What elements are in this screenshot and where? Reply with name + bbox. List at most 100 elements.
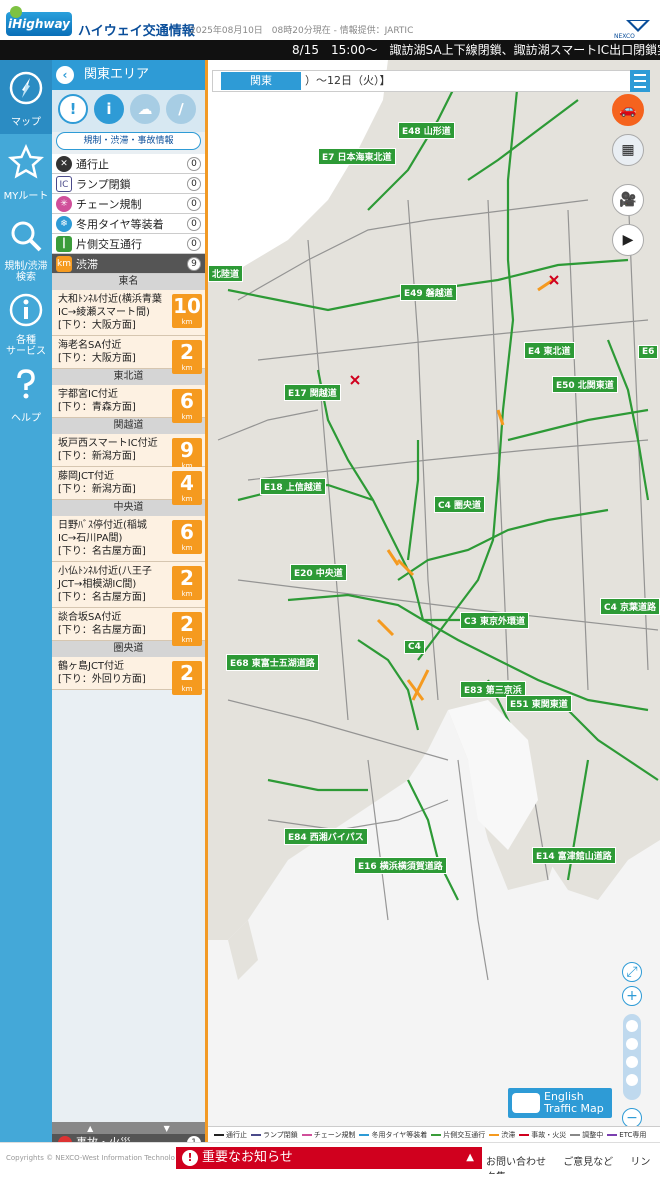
info-type-tab[interactable]: 規制・渋滞・事故情報 bbox=[56, 132, 201, 150]
jam-length-badge: 2 km bbox=[172, 661, 202, 695]
category-row-ramp[interactable]: IC ランプ閉鎖 0 bbox=[52, 174, 205, 194]
ihighway-logo[interactable]: iHighway bbox=[6, 6, 72, 36]
nav-help[interactable]: ヘルプ bbox=[0, 356, 52, 430]
link-feedback[interactable]: ご意見など bbox=[563, 1157, 613, 1168]
jam-length-badge: 2 km bbox=[172, 612, 202, 646]
jam-list-item[interactable]: 藤岡JCT付近 [下り：新潟方面] 4 km bbox=[52, 467, 205, 505]
traffic-car-button[interactable]: 🚗 bbox=[612, 94, 644, 126]
legend-label: ランプ閉鎖 bbox=[263, 1131, 298, 1139]
jam-place: 談合坂SA付近 bbox=[58, 612, 122, 623]
jam-list-item[interactable]: 海老名SA付近 [下り：大阪方面] 2 km bbox=[52, 336, 205, 374]
legend-item: 片側交互通行 bbox=[431, 1131, 485, 1139]
category-row-chain[interactable]: ✳ チェーン規制 0 bbox=[52, 194, 205, 214]
copyright-text: Copyrights © NEXCO-West Information Tech… bbox=[6, 1154, 175, 1162]
important-notice-button[interactable]: ! 重要なお知らせ ▲ bbox=[176, 1147, 482, 1169]
category-label: ランプ閉鎖 bbox=[76, 177, 131, 191]
legend-label: チェーン規制 bbox=[313, 1131, 356, 1139]
zoom-slider[interactable] bbox=[623, 1014, 641, 1100]
legend-item: ETC専用 bbox=[607, 1131, 646, 1139]
info-panel: ‹ 関東エリア ! i ☁ ∕ 規制・渋滞・事故情報 ✕ 通行止 0 IC ラン… bbox=[52, 60, 208, 1152]
legend-label: 事故・火災 bbox=[531, 1131, 567, 1139]
one-lane-icon: ┃ bbox=[56, 235, 72, 252]
route-label: E17 関越道 bbox=[284, 384, 341, 401]
link-icon[interactable]: ∕ bbox=[166, 94, 196, 124]
road-group-header: 東名 bbox=[52, 274, 205, 290]
nav-services-label: 各種 サービス bbox=[6, 335, 46, 357]
jam-place: 小仏ﾄﾝﾈﾙ付近(八王子JCT→相模湖IC間) bbox=[58, 566, 152, 590]
video-camera-button[interactable]: ▶ bbox=[612, 224, 644, 256]
route-label: C3 東京外環道 bbox=[460, 612, 530, 629]
route-label: C4 圏央道 bbox=[434, 496, 486, 513]
back-button[interactable]: ‹ bbox=[56, 66, 74, 84]
camera-button[interactable]: 🎥 bbox=[612, 184, 644, 216]
route-label: E7 日本海東北道 bbox=[318, 148, 396, 165]
jam-list-item[interactable]: 坂戸西スマートIC付近 [下り：新潟方面] 9 km bbox=[52, 434, 205, 472]
route-label: E50 北関東道 bbox=[552, 376, 618, 393]
update-timestamp: 2025年08月10日 08時20分現在 - 情報提供：JARTIC bbox=[190, 26, 414, 36]
bottom-strip bbox=[0, 1174, 660, 1200]
layer-button[interactable]: ▦ bbox=[612, 134, 644, 166]
jam-unit: km bbox=[181, 590, 193, 598]
nav-map-label: マップ bbox=[11, 117, 41, 128]
news-ticker[interactable]: 8/15 15:00～ 諏訪湖SA上下線閉鎖、諏訪湖スマートIC出口閉鎖実施 bbox=[0, 40, 660, 60]
jam-list-item[interactable]: 鶴ヶ島JCT付近 [下り：外回り方面] 2 km bbox=[52, 657, 205, 695]
route-label: C4 bbox=[404, 640, 425, 654]
nav-myroute-label: MYルート bbox=[3, 191, 49, 202]
jam-length-badge: 6 km bbox=[172, 389, 202, 423]
map-menu-button[interactable] bbox=[630, 70, 650, 92]
app-root: iHighway ハイウェイ交通情報 2025年08月10日 08時20分現在 … bbox=[0, 0, 660, 1200]
nav-map[interactable]: マップ bbox=[0, 60, 52, 134]
jam-length: 6 bbox=[180, 389, 194, 413]
route-label: E84 西湘バイパス bbox=[284, 828, 368, 845]
jam-place: 日野ﾊﾞｽ停付近(稲城IC→石川PA間) bbox=[58, 520, 147, 544]
english-map-button[interactable]: English Traffic Map bbox=[508, 1088, 612, 1118]
nav-myroute[interactable]: MYルート bbox=[0, 134, 52, 208]
route-label: E14 富津館山道路 bbox=[532, 847, 616, 864]
legend-label: 通行止 bbox=[226, 1131, 247, 1139]
zoom-out-button[interactable]: − bbox=[622, 1108, 642, 1126]
category-row-jam[interactable]: km 渋滞 9 bbox=[52, 254, 205, 274]
jam-length: 4 bbox=[180, 471, 194, 495]
english-map-label: English Traffic Map bbox=[544, 1090, 604, 1115]
nav-services[interactable]: 各種 サービス bbox=[0, 282, 52, 357]
warning-icon[interactable]: ! bbox=[58, 94, 88, 124]
legend-swatch bbox=[519, 1134, 530, 1136]
category-row-winter-tire[interactable]: ❄ 冬用タイヤ等装着 0 bbox=[52, 214, 205, 234]
link-contact[interactable]: お問い合わせ bbox=[486, 1157, 546, 1168]
traffic-map[interactable]: E48 山形道 E7 日本海東北道 北陸道 E49 磐越道 E4 東北道 E17 関越道 E… bbox=[208, 60, 660, 1126]
date-range-text: ）～12日（火）】 bbox=[305, 74, 391, 87]
category-count: 0 bbox=[187, 237, 201, 251]
legend-item: チェーン規制 bbox=[301, 1131, 356, 1139]
info-circle-icon[interactable]: i bbox=[94, 94, 124, 124]
jam-unit: km bbox=[181, 685, 193, 693]
jam-unit: km bbox=[181, 495, 193, 503]
jam-unit: km bbox=[181, 413, 193, 421]
category-label: チェーン規制 bbox=[76, 197, 142, 211]
jam-list-item[interactable]: 宇都宮IC付近 [下り：青森方面] 6 km bbox=[52, 385, 205, 423]
map-canvas[interactable] bbox=[208, 60, 660, 1126]
category-label: 通行止 bbox=[76, 157, 109, 171]
weather-icon[interactable]: ☁ bbox=[130, 94, 160, 124]
category-row-one-lane[interactable]: ┃ 片側交互通行 0 bbox=[52, 234, 205, 254]
jam-list-item[interactable]: 日野ﾊﾞｽ停付近(稲城IC→石川PA間) [下り：名古屋方面] 6 km bbox=[52, 516, 205, 562]
category-row-closure[interactable]: ✕ 通行止 0 bbox=[52, 154, 205, 174]
jam-direction: [下り：名古屋方面] bbox=[58, 625, 146, 636]
jam-length: 2 bbox=[180, 340, 194, 364]
notice-label: 重要なお知らせ bbox=[202, 1150, 293, 1165]
jam-list-item[interactable]: 小仏ﾄﾝﾈﾙ付近(八王子JCT→相模湖IC間) [下り：名古屋方面] 2 km bbox=[52, 562, 205, 608]
nav-search[interactable]: 規制/渋滞 検索 bbox=[0, 208, 52, 283]
fullscreen-button[interactable]: ⤢ bbox=[622, 962, 642, 982]
nav-search-label: 規制/渋滞 検索 bbox=[4, 261, 48, 283]
nav-help-label: ヘルプ bbox=[11, 413, 41, 424]
route-label: E48 山形道 bbox=[398, 122, 455, 139]
zoom-in-button[interactable]: + bbox=[622, 986, 642, 1006]
jam-list-item[interactable]: 談合坂SA付近 [下り：名古屋方面] 2 km bbox=[52, 608, 205, 646]
jam-list-item[interactable]: 大和ﾄﾝﾈﾙ付近(横浜青葉IC→綾瀬スマート間) [下り：大阪方面] 10 km bbox=[52, 290, 205, 336]
jam-direction: [下り：青森方面] bbox=[58, 402, 136, 413]
legend-swatch bbox=[489, 1134, 500, 1136]
logo-badge-icon bbox=[10, 6, 22, 18]
area-tab-kanto[interactable]: 関東 bbox=[221, 72, 301, 90]
nexco-logo[interactable]: NEXCO bbox=[612, 18, 652, 40]
nexco-mark-icon: NEXCO bbox=[614, 20, 650, 40]
info-icon bbox=[9, 293, 43, 327]
